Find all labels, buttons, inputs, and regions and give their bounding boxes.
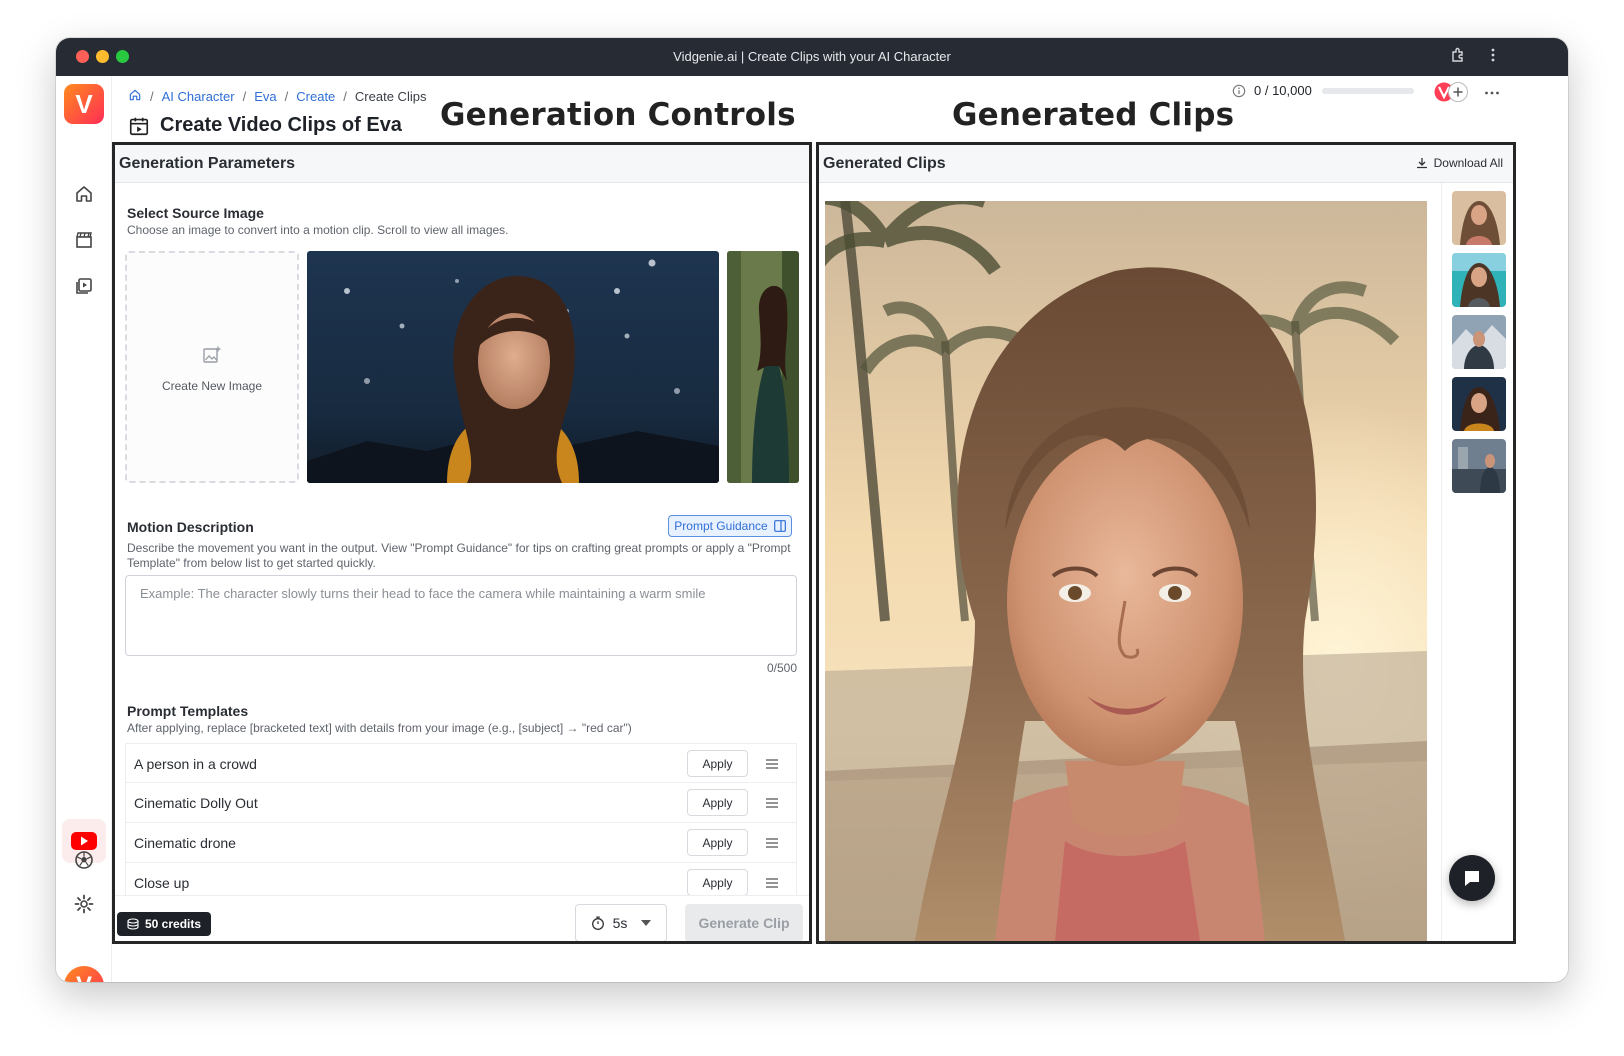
info-icon[interactable] (1232, 84, 1246, 98)
generate-clip-button[interactable]: Generate Clip (685, 904, 803, 941)
template-name: Close up (134, 875, 190, 891)
motion-description-title: Motion Description (127, 519, 254, 535)
browser-menu-icon[interactable] (1490, 47, 1496, 68)
calendar-video-icon (128, 115, 150, 137)
motion-description-input[interactable] (125, 575, 797, 656)
clapperboard-icon[interactable] (72, 228, 96, 252)
timer-icon (591, 916, 605, 930)
character-counter: 0/500 (766, 661, 797, 675)
source-image-option[interactable] (727, 251, 799, 483)
template-details-icon[interactable] (765, 796, 779, 808)
credits-cost-badge: 50 credits (117, 912, 212, 936)
template-row: Cinematic Dolly Out Apply (125, 783, 797, 823)
source-image-title: Select Source Image (127, 205, 264, 221)
image-add-icon (202, 345, 222, 370)
brand-logo[interactable]: V (64, 84, 104, 124)
more-options-icon[interactable] (1484, 80, 1500, 101)
home-icon[interactable] (72, 182, 96, 206)
download-icon (1416, 157, 1428, 169)
breadcrumb-separator: / (242, 89, 247, 104)
breadcrumb-create[interactable]: Create (296, 89, 335, 104)
breadcrumb-separator: / (343, 89, 347, 104)
coins-icon (127, 918, 139, 930)
browser-window: Vidgenie.ai | Create Clips with your AI … (56, 38, 1568, 982)
page-title: Create Video Clips of Eva (160, 114, 402, 136)
breadcrumb: / AI Character / Eva / Create / Create C… (128, 88, 426, 105)
chevron-down-icon (641, 920, 652, 926)
side-panel-icon (773, 520, 786, 532)
clip-thumbnail[interactable] (1452, 191, 1506, 245)
panel-title: Generation Parameters (119, 155, 296, 172)
apply-template-button[interactable]: Apply (687, 750, 748, 777)
panel-header: Generated Clips Download All (819, 145, 1513, 183)
template-row: A person in a crowd Apply (125, 743, 797, 783)
home-breadcrumb-icon[interactable] (128, 88, 142, 105)
template-details-icon[interactable] (765, 836, 779, 848)
credits-usage: 0 / 10,000 (1232, 83, 1414, 98)
breadcrumb-eva[interactable]: Eva (254, 89, 276, 104)
generation-parameters-panel: Generation Parameters Select Source Imag… (112, 142, 812, 944)
gear-icon[interactable] (72, 892, 96, 916)
panel-header: Generation Parameters (115, 145, 809, 183)
annotation-generation-controls: Generation Controls (440, 97, 796, 133)
generated-clips-panel: Generated Clips Download All (816, 142, 1516, 944)
apply-template-button[interactable]: Apply (687, 829, 748, 856)
apply-template-button[interactable]: Apply (687, 869, 748, 896)
breadcrumb-separator: / (150, 89, 154, 104)
template-name: Cinematic Dolly Out (134, 795, 258, 811)
credits-usage-bar (1321, 87, 1414, 94)
title-bar: Vidgenie.ai | Create Clips with your AI … (56, 38, 1568, 76)
template-details-icon[interactable] (765, 757, 779, 769)
breadcrumb-ai-character[interactable]: AI Character (162, 89, 235, 104)
soccer-ball-icon[interactable] (72, 848, 96, 872)
clip-thumbnail[interactable] (1452, 315, 1506, 369)
prompt-templates-title: Prompt Templates (127, 703, 249, 719)
clip-thumbnail[interactable] (1452, 253, 1506, 307)
video-library-icon[interactable] (72, 274, 96, 298)
user-avatar[interactable]: V (64, 966, 104, 982)
prompt-guidance-label: Prompt Guidance (674, 519, 768, 533)
selected-clip-preview[interactable] (825, 201, 1427, 941)
breadcrumb-current: Create Clips (354, 89, 427, 104)
template-details-icon[interactable] (765, 876, 779, 888)
annotation-generated-clips: Generated Clips (952, 97, 1235, 133)
duration-select[interactable]: 5s (575, 904, 667, 941)
download-all-button[interactable]: Download All (1416, 156, 1503, 170)
breadcrumb-separator: / (284, 89, 289, 104)
clip-thumbnail[interactable] (1452, 377, 1506, 431)
prompt-template-list: A person in a crowd Apply Cinematic Doll… (125, 743, 797, 903)
motion-description-hint: Describe the movement you want in the ou… (127, 541, 791, 570)
credits-usage-text: 0 / 10,000 (1254, 83, 1312, 98)
workspace-avatars[interactable] (1434, 81, 1474, 103)
prompt-guidance-button[interactable]: Prompt Guidance (668, 515, 792, 537)
template-row: Cinematic drone Apply (125, 823, 797, 863)
generation-footer: 50 credits 5s Generate Clip (115, 895, 809, 941)
credits-cost-label: 50 credits (145, 917, 202, 931)
page-title-row: Create Video Clips of Eva (128, 114, 402, 137)
prompt-templates-hint: After applying, replace [bracketed text]… (127, 721, 632, 735)
clip-thumbnail-list (1441, 183, 1513, 941)
download-all-label: Download All (1433, 156, 1503, 170)
source-image-hint: Choose an image to convert into a motion… (127, 223, 509, 237)
source-image-option[interactable] (307, 251, 719, 483)
window-title: Vidgenie.ai | Create Clips with your AI … (673, 49, 951, 64)
sidebar: V V (56, 76, 112, 982)
duration-value: 5s (612, 915, 628, 931)
create-new-image-button[interactable]: Create New Image (125, 251, 299, 483)
create-new-image-label: Create New Image (161, 379, 263, 393)
panel-title: Generated Clips (823, 155, 946, 172)
apply-template-button[interactable]: Apply (687, 789, 748, 816)
clip-thumbnail[interactable] (1452, 439, 1506, 493)
chat-support-button[interactable] (1449, 855, 1495, 901)
extensions-icon[interactable] (1450, 47, 1466, 68)
template-name: Cinematic drone (134, 835, 236, 851)
template-name: A person in a crowd (134, 756, 257, 772)
